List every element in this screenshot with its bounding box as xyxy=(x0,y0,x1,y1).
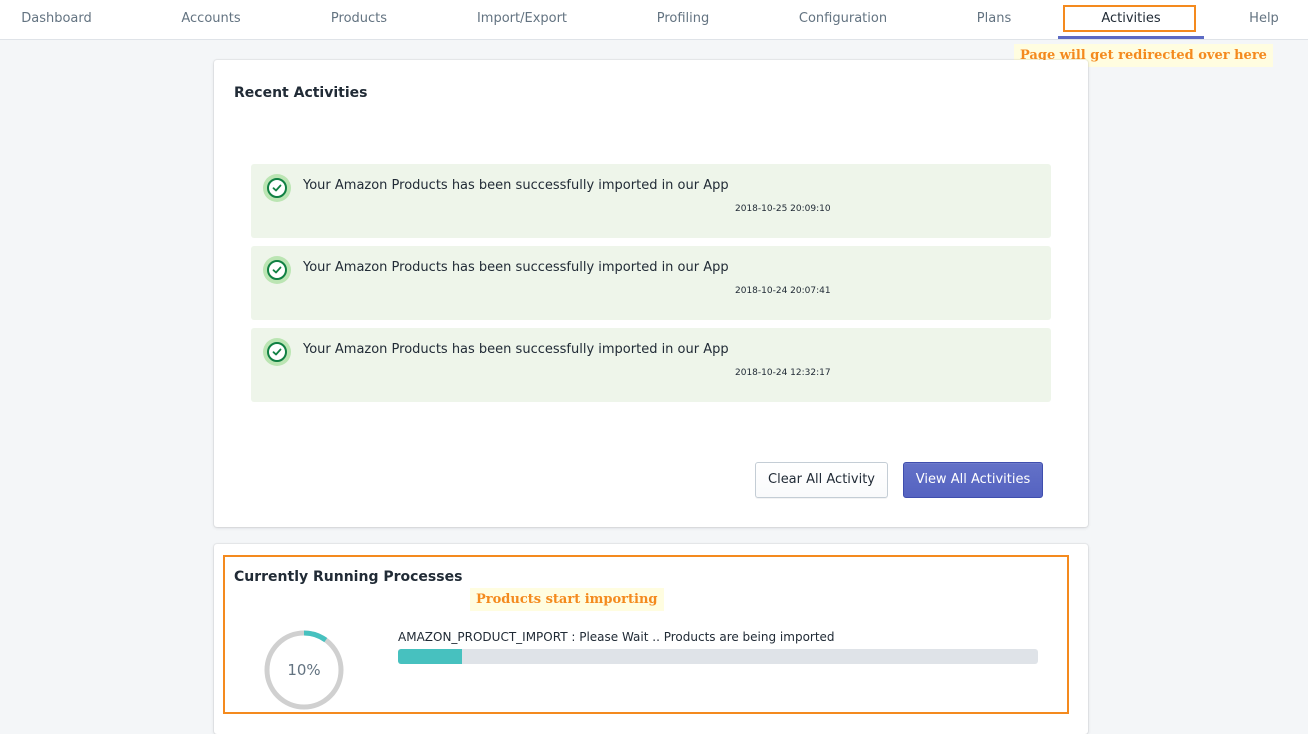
progress-ring: 10% xyxy=(263,629,345,711)
activity-message: Your Amazon Products has been successful… xyxy=(303,260,729,275)
check-circle-icon xyxy=(263,256,291,284)
top-navigation: Dashboard Accounts Products Import/Expor… xyxy=(0,0,1308,40)
recent-activities-card: Recent Activities Your Amazon Products h… xyxy=(214,60,1088,527)
check-circle-icon xyxy=(263,174,291,202)
nav-item-products[interactable]: Products xyxy=(309,0,409,39)
nav-item-import-export[interactable]: Import/Export xyxy=(462,0,582,39)
activity-message: Your Amazon Products has been successful… xyxy=(303,342,729,357)
clear-all-activity-button[interactable]: Clear All Activity xyxy=(755,462,888,498)
nav-item-plans[interactable]: Plans xyxy=(958,0,1030,39)
activity-item: Your Amazon Products has been successful… xyxy=(251,164,1051,238)
progress-bar xyxy=(398,649,1038,664)
activity-item: Your Amazon Products has been successful… xyxy=(251,328,1051,402)
nav-item-activities[interactable]: Activities xyxy=(1058,0,1204,39)
activity-timestamp: 2018-10-24 12:32:17 xyxy=(735,368,831,378)
nav-item-help[interactable]: Help xyxy=(1228,0,1300,39)
nav-item-accounts[interactable]: Accounts xyxy=(159,0,263,39)
activity-timestamp: 2018-10-24 20:07:41 xyxy=(735,286,831,296)
progress-percent-label: 10% xyxy=(287,661,321,679)
view-all-activities-button[interactable]: View All Activities xyxy=(903,462,1043,498)
recent-activities-title: Recent Activities xyxy=(234,85,368,101)
nav-item-configuration[interactable]: Configuration xyxy=(785,0,901,39)
process-label: AMAZON_PRODUCT_IMPORT : Please Wait .. P… xyxy=(398,630,835,644)
activity-timestamp: 2018-10-25 20:09:10 xyxy=(735,204,831,214)
activity-item: Your Amazon Products has been successful… xyxy=(251,246,1051,320)
activity-message: Your Amazon Products has been successful… xyxy=(303,178,729,193)
progress-bar-fill xyxy=(398,649,462,664)
nav-item-dashboard[interactable]: Dashboard xyxy=(0,0,113,39)
import-annotation: Products start importing xyxy=(470,588,664,611)
nav-item-profiling[interactable]: Profiling xyxy=(636,0,730,39)
check-circle-icon xyxy=(263,338,291,366)
